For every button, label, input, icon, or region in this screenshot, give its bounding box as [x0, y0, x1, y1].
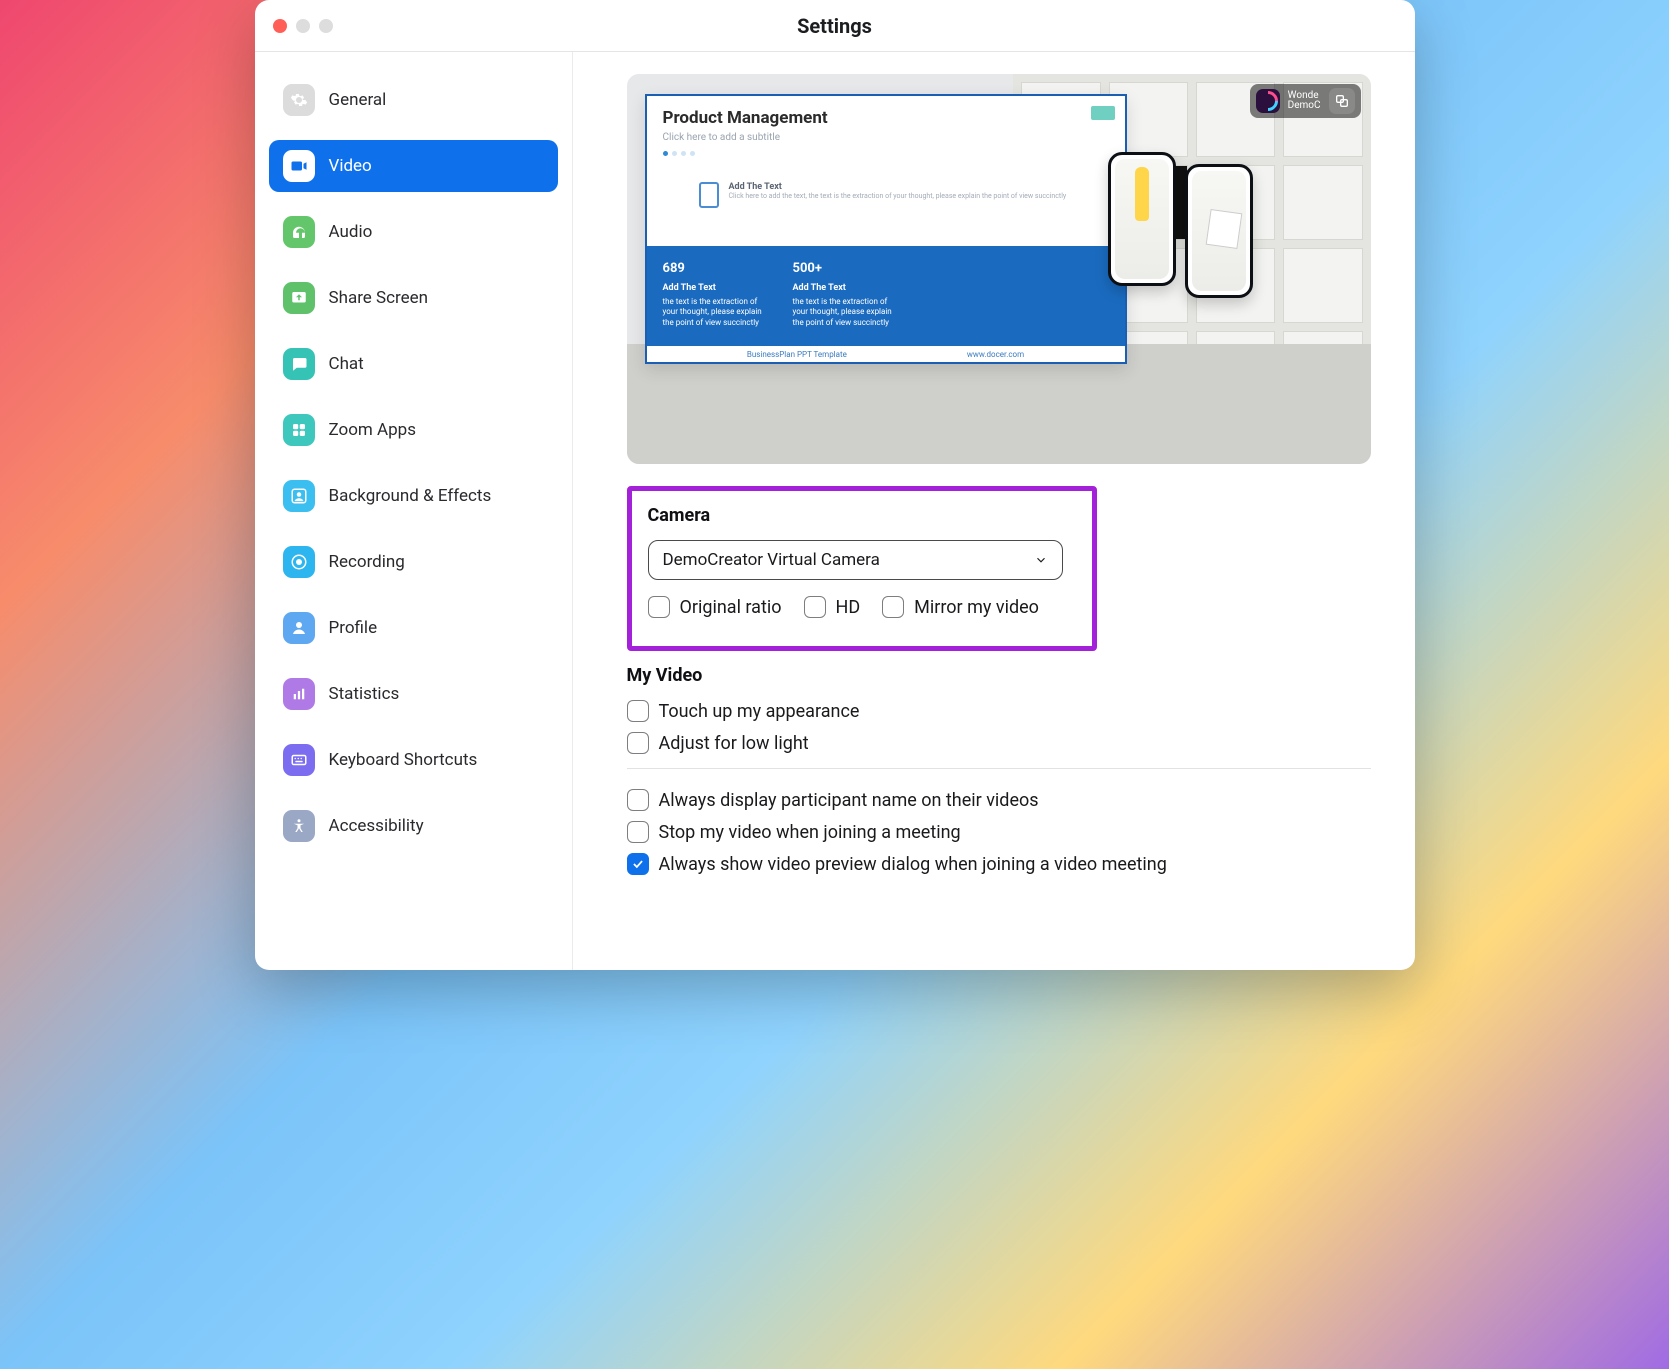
sidebar-item-profile[interactable]: Profile [269, 602, 558, 654]
headphones-icon [283, 216, 315, 248]
checkbox-label: HD [836, 597, 861, 618]
user-icon [283, 612, 315, 644]
window-title: Settings [255, 14, 1415, 38]
sidebar-item-audio[interactable]: Audio [269, 206, 558, 258]
sidebar-item-general[interactable]: General [269, 74, 558, 126]
checkbox-stop-my-video-when-joining-a-meeting[interactable]: Stop my video when joining a meeting [627, 821, 1371, 843]
sidebar-item-label: Keyboard Shortcuts [329, 750, 478, 770]
apps-icon [283, 414, 315, 446]
sidebar-item-chat[interactable]: Chat [269, 338, 558, 390]
person-frame-icon [283, 480, 315, 512]
bar-chart-icon [283, 678, 315, 710]
checkbox-label: Stop my video when joining a meeting [659, 822, 961, 843]
checkbox-mirror-my-video[interactable]: Mirror my video [882, 596, 1039, 618]
chat-icon [283, 348, 315, 380]
phone-mockup-2 [1185, 164, 1253, 298]
maximize-window-button[interactable] [319, 19, 333, 33]
phone-mockup-1 [1108, 152, 1176, 286]
checkbox-hd[interactable]: HD [804, 596, 861, 618]
record-icon [283, 546, 315, 578]
keyboard-icon [283, 744, 315, 776]
checkbox-box [627, 821, 649, 843]
sidebar-item-label: Accessibility [329, 816, 424, 836]
watermark-logo-icon [1256, 89, 1280, 113]
sidebar-item-label: Statistics [329, 684, 400, 704]
checkbox-box [882, 596, 904, 618]
camera-select[interactable]: DemoCreator Virtual Camera [648, 540, 1063, 580]
checkbox-original-ratio[interactable]: Original ratio [648, 596, 782, 618]
sidebar-item-video[interactable]: Video [269, 140, 558, 192]
window-controls [273, 19, 333, 33]
checkbox-box [627, 700, 649, 722]
sidebar-item-label: Video [329, 156, 372, 176]
sidebar-item-share-screen[interactable]: Share Screen [269, 272, 558, 324]
checkbox-label: Always display participant name on their… [659, 790, 1039, 811]
camera-select-value: DemoCreator Virtual Camera [663, 550, 880, 570]
checkbox-label: Adjust for low light [659, 733, 809, 754]
checkbox-label: Original ratio [680, 597, 782, 618]
sidebar-item-background-effects[interactable]: Background & Effects [269, 470, 558, 522]
divider [627, 768, 1371, 769]
gear-icon [283, 84, 315, 116]
sidebar-item-label: Chat [329, 354, 364, 374]
camera-preview: Product Management Click here to add a s… [627, 74, 1371, 464]
content-pane: Product Management Click here to add a s… [573, 52, 1415, 970]
slide-title: Product Management [663, 108, 1109, 128]
watermark: Wonde DemoC [1250, 84, 1361, 118]
my-video-section-title: My Video [627, 665, 1371, 686]
camera-section-highlight: Camera DemoCreator Virtual Camera Origin… [627, 486, 1097, 651]
sidebar-item-zoom-apps[interactable]: Zoom Apps [269, 404, 558, 456]
checkbox-box [627, 732, 649, 754]
settings-window: Settings General Video Audio Share Screen Ch… [255, 0, 1415, 970]
camera-section-title: Camera [648, 505, 1076, 526]
sidebar-item-label: Recording [329, 552, 405, 572]
sidebar-item-label: Zoom Apps [329, 420, 416, 440]
sidebar-item-statistics[interactable]: Statistics [269, 668, 558, 720]
sidebar-item-recording[interactable]: Recording [269, 536, 558, 588]
titlebar: Settings [255, 0, 1415, 52]
checkbox-box [627, 853, 649, 875]
sidebar: General Video Audio Share Screen Chat Zoom Ap… [255, 52, 573, 970]
close-window-button[interactable] [273, 19, 287, 33]
sidebar-item-label: Profile [329, 618, 378, 638]
video-icon [283, 150, 315, 182]
checkbox-box [627, 789, 649, 811]
sidebar-item-accessibility[interactable]: Accessibility [269, 800, 558, 852]
checkbox-label: Always show video preview dialog when jo… [659, 854, 1167, 875]
sidebar-item-label: Audio [329, 222, 373, 242]
sidebar-item-label: Background & Effects [329, 486, 492, 506]
rotate-preview-button[interactable] [1329, 88, 1355, 114]
accessibility-icon [283, 810, 315, 842]
sidebar-item-keyboard-shortcuts[interactable]: Keyboard Shortcuts [269, 734, 558, 786]
minimize-window-button[interactable] [296, 19, 310, 33]
sidebar-item-label: General [329, 90, 387, 110]
checkbox-box [804, 596, 826, 618]
sidebar-item-label: Share Screen [329, 288, 429, 308]
share-screen-icon [283, 282, 315, 314]
slide-preview: Product Management Click here to add a s… [645, 94, 1127, 364]
checkbox-label: Mirror my video [914, 597, 1039, 618]
checkbox-label: Touch up my appearance [659, 701, 860, 722]
checkbox-always-show-video-preview-dialog-when-joining-a-video-meeting[interactable]: Always show video preview dialog when jo… [627, 853, 1371, 875]
checkbox-adjust-for-low-light[interactable]: Adjust for low light [627, 732, 1371, 754]
checkbox-always-display-participant-name-on-their-videos[interactable]: Always display participant name on their… [627, 789, 1371, 811]
slide-subtitle: Click here to add a subtitle [663, 132, 1109, 143]
checkbox-box [648, 596, 670, 618]
checkbox-touch-up-my-appearance[interactable]: Touch up my appearance [627, 700, 1371, 722]
chevron-down-icon [1034, 553, 1048, 567]
